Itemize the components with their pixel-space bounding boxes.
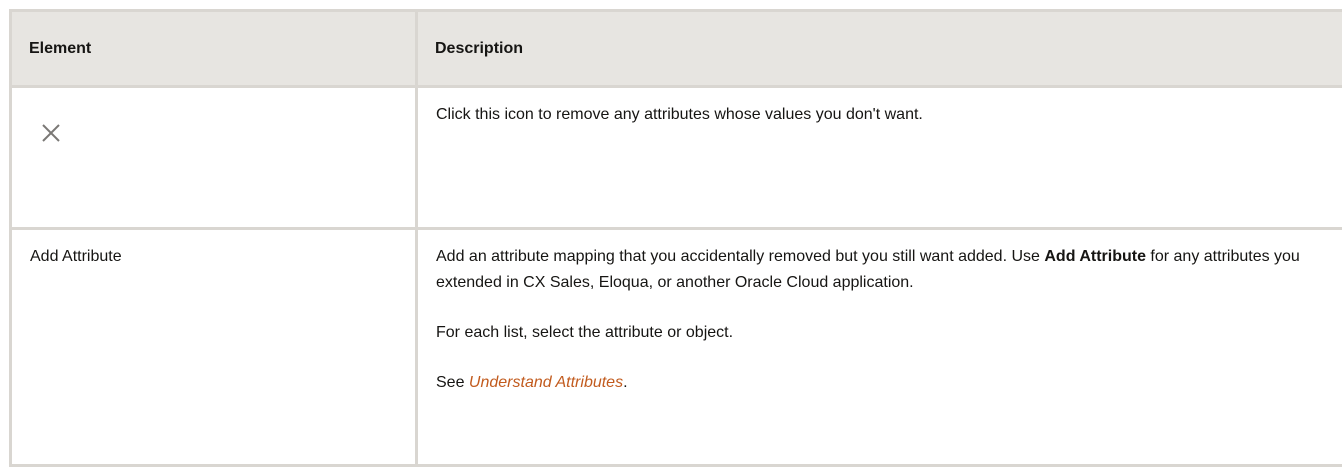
description-paragraph: For each list, select the attribute or o… — [436, 324, 734, 341]
description-cell: Click this icon to remove any attributes… — [415, 85, 1342, 230]
description-text: Click this icon to remove any attributes… — [436, 106, 923, 123]
table-header-row: Element Description — [9, 9, 1342, 88]
element-cell: Add Attribute — [9, 227, 417, 467]
table-row: Click this icon to remove any attributes… — [9, 85, 1342, 230]
text: Add an attribute mapping that you accide… — [436, 248, 1045, 265]
column-header-element: Element — [9, 9, 417, 88]
understand-attributes-link[interactable]: Understand Attributes — [469, 374, 623, 391]
see-also-paragraph: See Understand Attributes. — [436, 370, 1330, 396]
element-cell — [9, 85, 417, 230]
attributes-table: Element Description Click this icon to r… — [9, 9, 1342, 467]
text: See — [436, 374, 469, 391]
bold-term: Add Attribute — [1044, 248, 1146, 265]
description-paragraph: Add an attribute mapping that you accide… — [436, 244, 1330, 296]
table-row: Add Attribute Add an attribute mapping t… — [9, 227, 1342, 467]
close-icon — [40, 122, 66, 148]
text: . — [623, 374, 628, 391]
description-cell: Add an attribute mapping that you accide… — [415, 227, 1342, 467]
column-header-description: Description — [415, 9, 1342, 88]
